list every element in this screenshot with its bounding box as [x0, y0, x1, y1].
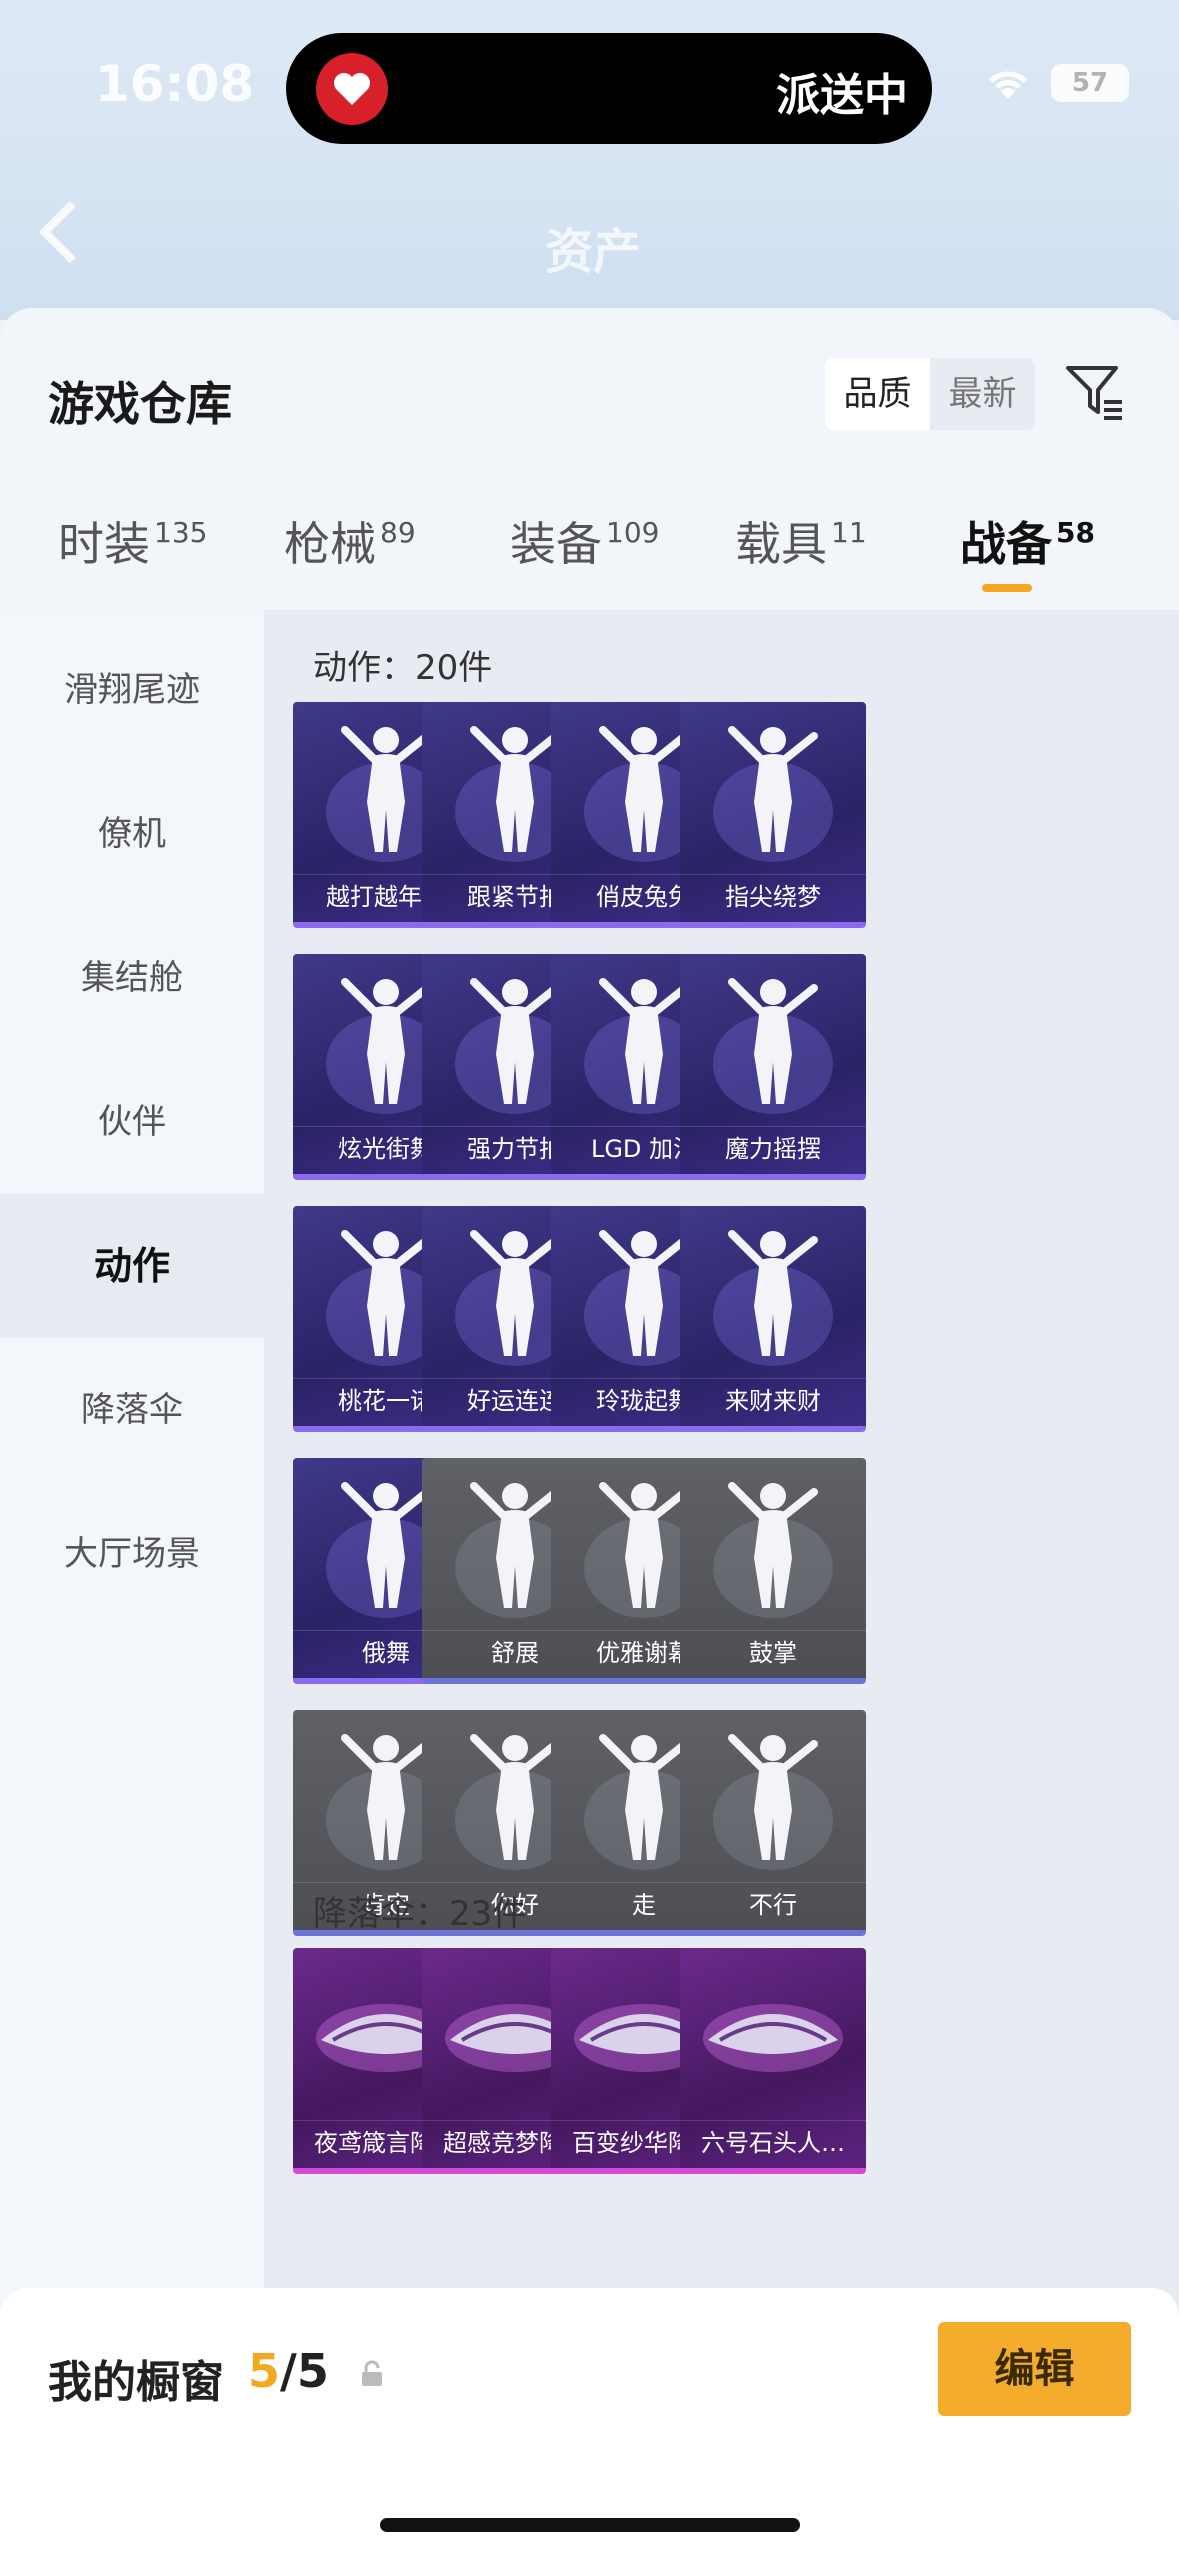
- battery-icon: 57: [1051, 64, 1129, 102]
- item-card[interactable]: 指尖绕梦: [680, 702, 866, 928]
- tab-vehicles[interactable]: 载具 11: [735, 508, 867, 618]
- parachute-icon: [680, 1948, 866, 2124]
- sheet-title: 游戏仓库: [48, 377, 232, 431]
- section-title-parachutes: 降落伞：23件: [313, 1894, 527, 1934]
- sort-toggle: 品质 最新: [825, 358, 1035, 430]
- status-indicators: 57: [983, 64, 1129, 102]
- dancer-icon: [680, 954, 866, 1130]
- item-card[interactable]: 魔力摇摆: [680, 954, 866, 1180]
- home-indicator: [380, 2518, 800, 2532]
- item-name: 六号石头人…: [680, 2120, 866, 2168]
- filter-icon[interactable]: [1062, 360, 1126, 424]
- item-card[interactable]: 来财来财: [680, 1206, 866, 1432]
- section-title-actions: 动作：20件: [313, 648, 493, 688]
- sidebar-item-partner[interactable]: 伙伴: [0, 1050, 264, 1194]
- tab-battle-gear[interactable]: 战备 58: [960, 508, 1095, 618]
- item-name: 魔力摇摆: [680, 1126, 866, 1174]
- sidebar-item-glide-trail[interactable]: 滑翔尾迹: [0, 618, 264, 762]
- item-card[interactable]: 六号石头人…: [680, 1948, 866, 2174]
- item-card[interactable]: 不行: [680, 1710, 866, 1936]
- sidebar-item-parachute[interactable]: 降落伞: [0, 1338, 264, 1482]
- sort-quality-button[interactable]: 品质: [825, 358, 930, 430]
- clap-icon: [680, 1458, 866, 1634]
- tab-guns[interactable]: 枪械 89: [284, 508, 416, 618]
- tab-fashion[interactable]: 时装 135: [58, 508, 207, 618]
- warehouse-sheet: 游戏仓库 品质 最新 时装 135 枪械 89 装备 109 载具 11 战备 58 滑翔…: [0, 308, 1179, 2556]
- sidebar-item-wingman[interactable]: 僚机: [0, 762, 264, 906]
- category-tabs: 时装 135 枪械 89 装备 109 载具 11 战备 58: [0, 508, 1179, 618]
- dynamic-island[interactable]: 派送中: [286, 33, 932, 144]
- tab-equipment[interactable]: 装备 109: [510, 508, 659, 618]
- sort-newest-button[interactable]: 最新: [930, 358, 1035, 430]
- sidebar: 滑翔尾迹 僚机 集结舱 伙伴 动作 降落伞 大厅场景: [0, 610, 264, 2556]
- item-card[interactable]: 鼓掌: [680, 1458, 866, 1684]
- page-title: 资产: [545, 224, 642, 280]
- item-grid-area: 动作：20件 越打越年轻 跟紧节拍 俏皮兔兔 指尖绕梦 炫光街舞 强力节拍 LGD 加油 魔力…: [264, 610, 1179, 2556]
- item-name: 来财来财: [680, 1378, 866, 1426]
- item-name: 不行: [680, 1882, 866, 1930]
- status-time: 16:08: [95, 55, 255, 113]
- delivery-status: 派送中: [776, 70, 908, 121]
- sidebar-item-pod[interactable]: 集结舱: [0, 906, 264, 1050]
- shake-head-icon: [680, 1710, 866, 1886]
- wifi-icon: [989, 71, 1027, 99]
- showcase-count: 5/5: [248, 2344, 329, 2398]
- app-logo-icon: [316, 53, 388, 125]
- sidebar-item-lobby[interactable]: 大厅场景: [0, 1482, 264, 1626]
- sidebar-item-actions[interactable]: 动作: [0, 1194, 264, 1338]
- showcase-label: 我的橱窗: [48, 2357, 224, 2408]
- item-name: 指尖绕梦: [680, 874, 866, 922]
- lock-icon[interactable]: [358, 2360, 386, 2388]
- active-tab-indicator: [982, 584, 1032, 592]
- dancer-icon: [680, 1206, 866, 1382]
- edit-button[interactable]: 编辑: [938, 2322, 1131, 2416]
- showcase-bar: 我的橱窗 5/5 编辑: [0, 2288, 1179, 2556]
- dancer-icon: [680, 702, 866, 878]
- item-name: 鼓掌: [680, 1630, 866, 1678]
